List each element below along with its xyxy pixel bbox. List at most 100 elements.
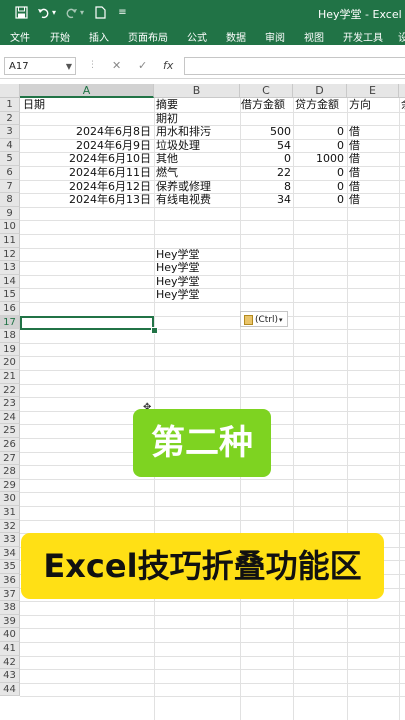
cell-b14[interactable]: Hey学堂 (156, 275, 238, 289)
cell-b2[interactable]: 期初 (156, 112, 238, 126)
tab-insert[interactable]: 插入 (89, 29, 109, 44)
cell-d6[interactable]: 0 (294, 166, 344, 180)
column-header-c[interactable]: C (240, 84, 293, 98)
row-header-40[interactable]: 40 (0, 628, 20, 642)
row-header-25[interactable]: 25 (0, 424, 20, 438)
row-header-9[interactable]: 9 (0, 206, 20, 221)
undo-dropdown-icon[interactable]: ▾ (50, 5, 58, 20)
row-header-12[interactable]: 12 (0, 247, 20, 262)
row-header-27[interactable]: 27 (0, 451, 20, 466)
cell-c8[interactable]: 34 (241, 193, 291, 207)
cell-c3[interactable]: 500 (241, 125, 291, 139)
cell-f1[interactable]: 余 (401, 98, 405, 112)
row-header-24[interactable]: 24 (0, 410, 20, 425)
cell-e3[interactable]: 借 (349, 125, 397, 139)
cell-d4[interactable]: 0 (294, 139, 344, 153)
tab-home[interactable]: 开始 (50, 29, 70, 44)
cell-a1[interactable]: 日期 (23, 98, 151, 112)
row-header-44[interactable]: 44 (0, 682, 20, 697)
cell-c4[interactable]: 54 (241, 139, 291, 153)
cell-b13[interactable]: Hey学堂 (156, 261, 238, 275)
row-header-4[interactable]: 4 (0, 138, 20, 153)
cell-e5[interactable]: 借 (349, 152, 397, 166)
row-header-14[interactable]: 14 (0, 274, 20, 289)
tab-developer[interactable]: 开发工具 (343, 29, 383, 44)
cell-a7[interactable]: 2024年6月12日 (21, 180, 151, 194)
undo-icon[interactable] (36, 5, 51, 20)
column-header-f[interactable]: F (399, 84, 405, 98)
cell-a5[interactable]: 2024年6月10日 (21, 152, 151, 166)
row-header-20[interactable]: 20 (0, 356, 20, 370)
customize-toolbar-icon[interactable]: ≡ (115, 5, 130, 20)
row-header-21[interactable]: 21 (0, 370, 20, 384)
paste-options-button[interactable]: (Ctrl)▾ (240, 311, 288, 327)
name-box[interactable]: A17 ▼ (4, 57, 76, 75)
save-icon[interactable] (14, 5, 29, 20)
cell-c6[interactable]: 22 (241, 166, 291, 180)
insert-function-button[interactable]: fx (163, 59, 173, 72)
cell-a4[interactable]: 2024年6月9日 (21, 139, 151, 153)
cell-b15[interactable]: Hey学堂 (156, 288, 238, 302)
row-header-39[interactable]: 39 (0, 614, 20, 629)
row-header-1[interactable]: 1 (0, 98, 20, 112)
row-header-8[interactable]: 8 (0, 193, 20, 207)
cell-b8[interactable]: 有线电视费 (156, 193, 238, 207)
row-header-10[interactable]: 10 (0, 220, 20, 234)
row-header-23[interactable]: 23 (0, 397, 20, 411)
cell-d8[interactable]: 0 (294, 193, 344, 207)
row-header-38[interactable]: 38 (0, 601, 20, 615)
row-header-41[interactable]: 41 (0, 642, 20, 656)
tab-file[interactable]: 文件 (10, 29, 30, 44)
column-header-e[interactable]: E (347, 84, 399, 98)
row-header-15[interactable]: 15 (0, 288, 20, 302)
cell-b7[interactable]: 保养或修理 (156, 180, 238, 194)
tab-review[interactable]: 审阅 (265, 29, 285, 44)
cell-d1[interactable]: 贷方金额 (295, 98, 346, 112)
tab-page-layout[interactable]: 页面布局 (128, 29, 168, 44)
cell-b4[interactable]: 垃圾处理 (156, 139, 238, 153)
row-header-33[interactable]: 33 (0, 533, 20, 547)
row-header-22[interactable]: 22 (0, 383, 20, 398)
cell-e1[interactable]: 方向 (349, 98, 397, 112)
active-cell-a17[interactable] (20, 315, 154, 330)
cell-c5[interactable]: 0 (241, 152, 291, 166)
row-header-42[interactable]: 42 (0, 655, 20, 670)
worksheet-grid[interactable]: A B C D E F 1234567891011121314151617181… (0, 84, 405, 720)
row-header-28[interactable]: 28 (0, 465, 20, 479)
row-header-37[interactable]: 37 (0, 587, 20, 602)
cell-e6[interactable]: 借 (349, 166, 397, 180)
select-all-corner[interactable] (0, 84, 20, 98)
redo-icon[interactable] (64, 5, 79, 20)
tab-formulas[interactable]: 公式 (187, 29, 207, 44)
new-file-icon[interactable] (93, 5, 108, 20)
name-box-dropdown-icon[interactable]: ▼ (66, 58, 72, 76)
row-header-13[interactable]: 13 (0, 261, 20, 275)
cancel-icon[interactable]: ✕ (112, 59, 121, 72)
row-header-19[interactable]: 19 (0, 342, 20, 357)
row-header-43[interactable]: 43 (0, 669, 20, 683)
column-header-d[interactable]: D (293, 84, 347, 98)
tab-data[interactable]: 数据 (226, 29, 246, 44)
row-header-31[interactable]: 31 (0, 506, 20, 520)
cell-a8[interactable]: 2024年6月13日 (21, 193, 151, 207)
row-header-36[interactable]: 36 (0, 574, 20, 588)
row-header-11[interactable]: 11 (0, 234, 20, 248)
cell-b6[interactable]: 燃气 (156, 166, 238, 180)
row-header-26[interactable]: 26 (0, 438, 20, 452)
cell-b5[interactable]: 其他 (156, 152, 238, 166)
row-header-5[interactable]: 5 (0, 152, 20, 166)
cell-e4[interactable]: 借 (349, 139, 397, 153)
cell-a3[interactable]: 2024年6月8日 (21, 125, 151, 139)
cell-d5[interactable]: 1000 (294, 152, 344, 166)
enter-icon[interactable]: ✓ (138, 59, 147, 72)
row-header-29[interactable]: 29 (0, 478, 20, 493)
row-header-17[interactable]: 17 (0, 315, 20, 330)
cell-a6[interactable]: 2024年6月11日 (21, 166, 151, 180)
cell-c7[interactable]: 8 (241, 180, 291, 194)
row-header-7[interactable]: 7 (0, 179, 20, 194)
column-header-b[interactable]: B (154, 84, 240, 98)
redo-dropdown-icon[interactable]: ▾ (78, 5, 86, 20)
cell-b3[interactable]: 用水和排污 (156, 125, 238, 139)
tab-overflow[interactable]: 设 (398, 29, 405, 44)
cell-e8[interactable]: 借 (349, 193, 397, 207)
